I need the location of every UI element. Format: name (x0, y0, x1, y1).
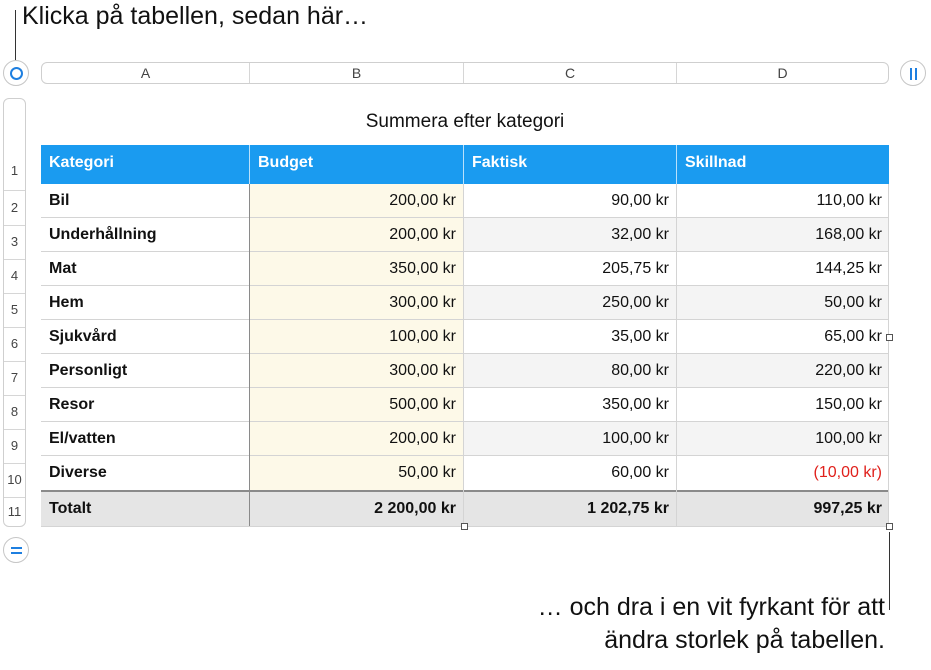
row-header-7[interactable]: 7 (4, 361, 25, 395)
table-cell[interactable]: Sjukvård (41, 320, 249, 354)
select-table-button[interactable] (3, 60, 29, 86)
total-budget[interactable]: 2 200,00 kr (250, 492, 463, 526)
resize-handle-bottom[interactable] (461, 523, 468, 530)
column-control-button[interactable] (900, 60, 926, 86)
table-title[interactable]: Summera efter kategori (41, 111, 889, 133)
row-header-4[interactable]: 4 (4, 259, 25, 293)
row-header-9[interactable]: 9 (4, 429, 25, 463)
callout-top-text: Klicka på tabellen, sedan här… (22, 2, 369, 30)
table-total-row: Totalt 2 200,00 kr 1 202,75 kr 997,25 kr (41, 492, 889, 526)
total-faktisk[interactable]: 1 202,75 kr (464, 492, 676, 526)
circle-select-icon (10, 67, 23, 80)
total-skillnad[interactable]: 997,25 kr (677, 492, 889, 526)
table-cell[interactable]: 300,00 kr (250, 286, 463, 320)
table-cell[interactable]: 144,25 kr (677, 252, 889, 286)
table-cell[interactable]: 32,00 kr (464, 218, 676, 252)
table-cell[interactable]: 205,75 kr (464, 252, 676, 286)
header-cell-faktisk[interactable]: Faktisk (464, 145, 676, 184)
callout-bottom-line (889, 532, 890, 610)
table-cell[interactable]: 200,00 kr (250, 184, 463, 218)
table-cell[interactable]: 110,00 kr (677, 184, 889, 218)
table-row: Bil 200,00 kr 90,00 kr 110,00 kr (41, 184, 889, 218)
table-cell[interactable]: 100,00 kr (677, 422, 889, 456)
table-cell[interactable]: El/vatten (41, 422, 249, 456)
table-row: Mat 350,00 kr 205,75 kr 144,25 kr (41, 252, 889, 286)
table-row: Personligt 300,00 kr 80,00 kr 220,00 kr (41, 354, 889, 388)
table-cell[interactable]: 50,00 kr (677, 286, 889, 320)
table-cell[interactable]: 80,00 kr (464, 354, 676, 388)
table-cell[interactable]: 65,00 kr (677, 320, 889, 354)
table-cell[interactable]: 500,00 kr (250, 388, 463, 422)
table-cell[interactable]: 350,00 kr (464, 388, 676, 422)
header-cell-skillnad[interactable]: Skillnad (677, 145, 889, 184)
row-header-10[interactable]: 10 (4, 463, 25, 497)
table-row: Hem 300,00 kr 250,00 kr 50,00 kr (41, 286, 889, 320)
row-header-6[interactable]: 6 (4, 327, 25, 361)
column-header-b[interactable]: B (250, 63, 463, 83)
header-cell-budget[interactable]: Budget (250, 145, 463, 184)
table-row: Sjukvård 100,00 kr 35,00 kr 65,00 kr (41, 320, 889, 354)
table-cell[interactable]: 60,00 kr (464, 456, 676, 490)
header-cell-kategori[interactable]: Kategori (41, 145, 249, 184)
table-cell[interactable]: 150,00 kr (677, 388, 889, 422)
table-cell[interactable]: Mat (41, 252, 249, 286)
table-cell[interactable]: 100,00 kr (250, 320, 463, 354)
column-header-d[interactable]: D (677, 63, 888, 83)
resize-handle-right[interactable] (886, 334, 893, 341)
column-header-a[interactable]: A (42, 63, 249, 83)
table-row: Resor 500,00 kr 350,00 kr 150,00 kr (41, 388, 889, 422)
table-cell[interactable]: Hem (41, 286, 249, 320)
row-header-2[interactable]: 2 (4, 191, 25, 225)
table-cell[interactable]: 250,00 kr (464, 286, 676, 320)
table-cell[interactable]: 200,00 kr (250, 422, 463, 456)
callout-top-line (15, 10, 16, 60)
callout-bottom-text: … och dra i en vit fyrkant för att ändra… (538, 591, 885, 657)
table-cell[interactable]: Underhållning (41, 218, 249, 252)
table-cell[interactable]: Personligt (41, 354, 249, 388)
row-header-11[interactable]: 11 (4, 497, 25, 526)
row-header-bar[interactable]: 1 2 3 4 5 6 7 8 9 10 11 (3, 98, 26, 527)
table-row: Diverse 50,00 kr 60,00 kr (10,00 kr) (41, 456, 889, 490)
table-cell[interactable]: Resor (41, 388, 249, 422)
callout-bottom-line-2: ändra storlek på tabellen. (604, 626, 885, 654)
column-header-c[interactable]: C (464, 63, 676, 83)
table-cell[interactable]: 100,00 kr (464, 422, 676, 456)
column-header-bar[interactable]: A B C D (41, 62, 889, 84)
row-header-1[interactable]: 1 (4, 151, 25, 190)
table-cell[interactable]: Diverse (41, 456, 249, 490)
row-control-button[interactable] (3, 537, 29, 563)
table-cell[interactable]: 220,00 kr (677, 354, 889, 388)
callout-bottom-line-1: … och dra i en vit fyrkant för att (537, 593, 885, 621)
table-cell[interactable]: 50,00 kr (250, 456, 463, 490)
table-cell[interactable]: 200,00 kr (250, 218, 463, 252)
table-cell[interactable]: 90,00 kr (464, 184, 676, 218)
table-cell[interactable]: 300,00 kr (250, 354, 463, 388)
table-cell[interactable]: 350,00 kr (250, 252, 463, 286)
resize-handle-corner[interactable] (886, 523, 893, 530)
table-cell[interactable]: 168,00 kr (677, 218, 889, 252)
table-row: Underhållning 200,00 kr 32,00 kr 168,00 … (41, 218, 889, 252)
table-cell-negative[interactable]: (10,00 kr) (677, 456, 889, 490)
table-header-row: Kategori Budget Faktisk Skillnad (41, 145, 889, 184)
row-header-3[interactable]: 3 (4, 225, 25, 259)
row-header-5[interactable]: 5 (4, 293, 25, 327)
row-header-8[interactable]: 8 (4, 395, 25, 429)
total-label[interactable]: Totalt (41, 492, 249, 526)
table-cell[interactable]: 35,00 kr (464, 320, 676, 354)
table-row: El/vatten 200,00 kr 100,00 kr 100,00 kr (41, 422, 889, 456)
table-cell[interactable]: Bil (41, 184, 249, 218)
